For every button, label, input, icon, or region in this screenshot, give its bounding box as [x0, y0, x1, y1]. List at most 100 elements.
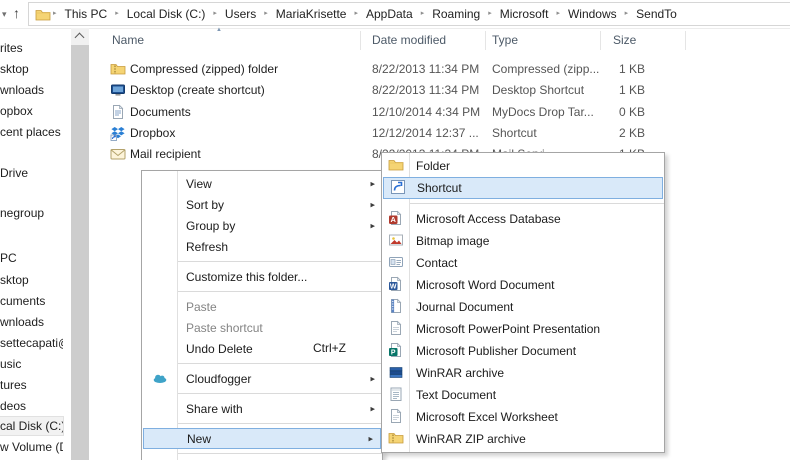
menu-item-microsoft-access-database[interactable]: A Microsoft Access Database	[382, 208, 664, 230]
column-divider[interactable]	[485, 31, 486, 50]
menu-item-undo-delete[interactable]: Undo Delete Ctrl+Z	[142, 338, 382, 359]
scroll-up-button[interactable]	[71, 28, 89, 45]
menu-item-microsoft-word-document[interactable]: W Microsoft Word Document	[382, 274, 664, 296]
sidebar-item-deos[interactable]: deos	[0, 396, 63, 416]
breadcrumb-item-windows[interactable]: Windows	[562, 7, 623, 21]
breadcrumb-item-sendto[interactable]: SendTo	[630, 7, 683, 21]
sidebar-item-negroup[interactable]: negroup	[0, 203, 63, 223]
sidebar-item-drive[interactable]: Drive	[0, 163, 63, 183]
sidebar-item-cuments[interactable]: cuments	[0, 291, 63, 311]
column-divider[interactable]	[600, 31, 601, 50]
breadcrumb-chevron-icon[interactable]: ▸	[211, 3, 219, 25]
submenu-arrow-icon: ▸	[370, 220, 375, 230]
menu-separator	[178, 393, 382, 394]
breadcrumb-chevron-icon[interactable]: ▸	[623, 3, 631, 25]
column-divider[interactable]	[685, 31, 686, 50]
sidebar-item-sktop[interactable]: sktop	[0, 59, 63, 79]
breadcrumb-chevron-icon[interactable]: ▸	[554, 3, 562, 25]
gendoc-icon	[388, 408, 404, 424]
scrollbar-thumb[interactable]	[71, 45, 89, 460]
breadcrumb-item-appdata[interactable]: AppData	[360, 7, 419, 21]
menu-item-customize-this-folder[interactable]: Customize this folder...	[142, 266, 382, 287]
menu-item-shortcut[interactable]: Shortcut	[383, 177, 663, 199]
menu-item-label: Folder	[416, 159, 451, 173]
breadcrumb-chevron-icon[interactable]: ▸	[262, 3, 270, 25]
menu-item-cloudfogger[interactable]: Cloudfogger ▸	[142, 368, 382, 389]
menu-separator	[178, 291, 382, 292]
menu-item-label: Microsoft Access Database	[416, 212, 561, 226]
menu-item-view[interactable]: View ▸	[142, 173, 382, 194]
sidebar-item-usic[interactable]: usic	[0, 354, 63, 374]
column-header-size[interactable]: Size	[613, 33, 636, 47]
sidebar-item-sktop[interactable]: sktop	[0, 270, 63, 290]
menu-item-microsoft-powerpoint-presentation[interactable]: Microsoft PowerPoint Presentation	[382, 318, 664, 340]
menu-item-refresh[interactable]: Refresh	[142, 236, 382, 257]
submenu-arrow-icon: ▸	[370, 373, 375, 383]
column-header-name[interactable]: Name	[112, 33, 144, 47]
menu-item-sort-by[interactable]: Sort by ▸	[142, 194, 382, 215]
chevron-up-icon	[74, 32, 85, 43]
sidebar-item-tures[interactable]: tures	[0, 375, 63, 395]
breadcrumb-chevron-icon[interactable]: ▸	[113, 3, 121, 25]
menu-item-new[interactable]: New ▸	[143, 428, 381, 449]
breadcrumb-chevron-icon[interactable]: ▸	[352, 3, 360, 25]
address-folder-icon	[35, 7, 51, 21]
address-bar[interactable]: ▸ This PC ▸ Local Disk (C:) ▸ Users ▸ MariaKris…	[28, 2, 790, 26]
address-toolbar: ▾ ↑ ▸ This PC ▸ Local Disk (C:) ▸ Users ▸ Maria…	[0, 0, 790, 29]
zipfolder-icon	[110, 61, 126, 77]
file-row-dropbox[interactable]: Dropbox 12/12/2014 12:37 ... Shortcut 2 KB	[89, 123, 789, 144]
word-icon: W	[388, 276, 404, 292]
sidebar-item-opbox[interactable]: opbox	[0, 101, 63, 121]
cloud-icon	[152, 370, 168, 386]
document-icon	[110, 104, 126, 120]
winrar-icon	[388, 364, 404, 380]
menu-item-bitmap-image[interactable]: Bitmap image	[382, 230, 664, 252]
sidebar-item-wnloads[interactable]: wnloads	[0, 80, 63, 100]
menu-item-group-by[interactable]: Group by ▸	[142, 215, 382, 236]
menu-item-winrar-zip-archive[interactable]: WinRAR ZIP archive	[382, 428, 664, 450]
breadcrumb-chevron-icon[interactable]: ▸	[486, 3, 494, 25]
up-one-level-icon[interactable]: ↑	[13, 4, 20, 22]
menu-item-winrar-archive[interactable]: WinRAR archive	[382, 362, 664, 384]
breadcrumb-item-local-disk-c[interactable]: Local Disk (C:)	[121, 7, 212, 21]
sidebar-item-cal-disk-c[interactable]: cal Disk (C:)	[0, 416, 64, 436]
column-header-date-modified[interactable]: Date modified	[372, 33, 446, 47]
sidebar-item-wnloads[interactable]: wnloads	[0, 312, 63, 332]
file-row-compressed-zipped-folder[interactable]: Compressed (zipped) folder 8/22/2013 11:3…	[89, 59, 789, 80]
file-size: 2 KB	[618, 125, 645, 140]
breadcrumb-chevron-icon[interactable]: ▸	[51, 3, 59, 25]
menu-item-microsoft-excel-worksheet[interactable]: Microsoft Excel Worksheet	[382, 406, 664, 428]
breadcrumb-item-this-pc[interactable]: This PC	[59, 7, 114, 21]
menu-item-label: Bitmap image	[416, 234, 490, 248]
file-type: Shortcut	[492, 125, 537, 140]
menu-item-contact[interactable]: Contact	[382, 252, 664, 274]
breadcrumb-item-roaming[interactable]: Roaming	[426, 7, 486, 21]
file-row-documents[interactable]: Documents 12/10/2014 4:34 PM MyDocs Drop T…	[89, 102, 789, 123]
column-divider[interactable]	[360, 31, 361, 50]
sidebar-item-rites[interactable]: rites	[0, 38, 63, 58]
file-row-desktop-create-shortcut[interactable]: Desktop (create shortcut) 8/22/2013 11:34…	[89, 80, 789, 101]
menu-item-label: Customize this folder...	[186, 269, 308, 284]
breadcrumb-chevron-icon[interactable]: ▸	[419, 3, 427, 25]
textdoc-icon	[388, 386, 404, 402]
sidebar-item-settecapati-h[interactable]: settecapati@h	[0, 333, 63, 353]
menu-item-folder[interactable]: Folder	[382, 155, 664, 177]
sidebar-item-w-volume-d[interactable]: w Volume (D:)	[0, 437, 63, 457]
breadcrumb-item-users[interactable]: Users	[219, 7, 262, 21]
menu-item-share-with[interactable]: Share with ▸	[142, 398, 382, 419]
file-name: Dropbox	[130, 125, 176, 140]
breadcrumb-item-microsoft[interactable]: Microsoft	[494, 7, 555, 21]
breadcrumb-item-mariakrisette[interactable]: MariaKrisette	[270, 7, 353, 21]
column-header-type[interactable]: Type	[492, 33, 518, 47]
submenu-arrow-icon: ▸	[368, 433, 373, 443]
menu-item-text-document[interactable]: Text Document	[382, 384, 664, 406]
menu-item-journal-document[interactable]: Journal Document	[382, 296, 664, 318]
menu-item-label: Paste shortcut	[186, 320, 263, 335]
sidebar-item-pc[interactable]: PC	[0, 248, 63, 268]
menu-item-label: Cloudfogger	[186, 371, 252, 386]
menu-item-microsoft-publisher-document[interactable]: P Microsoft Publisher Document	[382, 340, 664, 362]
address-dropdown-icon[interactable]: ▾	[2, 9, 7, 19]
sidebar-item-cent-places[interactable]: cent places	[0, 122, 63, 142]
sidebar-scrollbar[interactable]	[71, 28, 89, 460]
file-name: Mail recipient	[130, 147, 201, 162]
